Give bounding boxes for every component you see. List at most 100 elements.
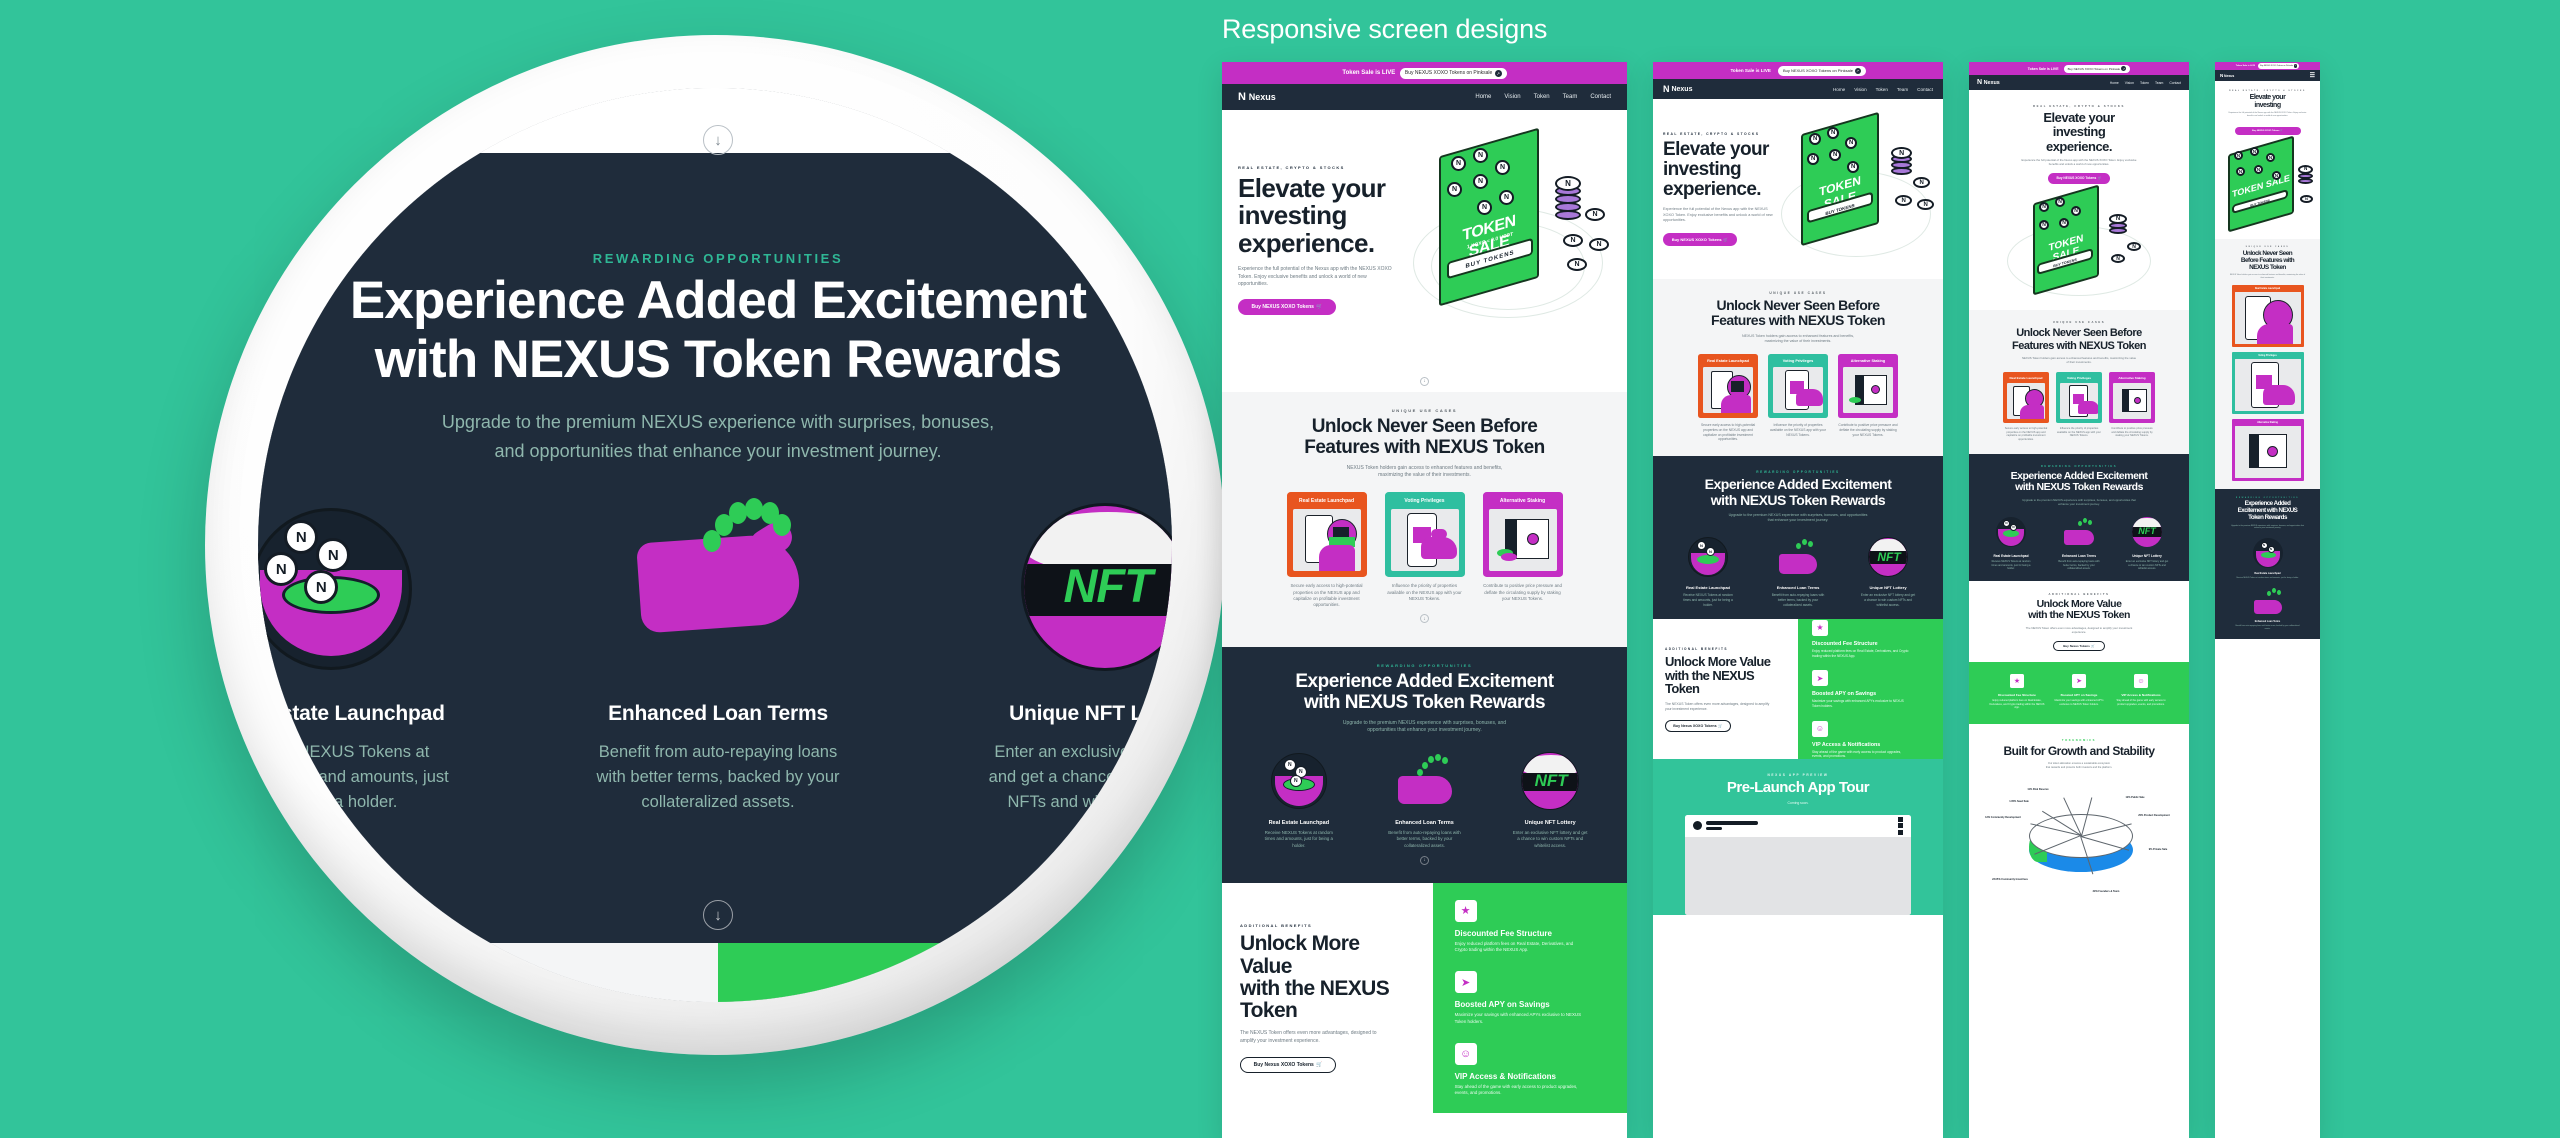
scroll-cue[interactable]: ↓ xyxy=(1236,849,1613,871)
announcement-text: Token Sale is LIVE xyxy=(1342,70,1396,76)
scroll-down-icon[interactable]: ↓ xyxy=(1420,376,1429,386)
feature-card[interactable]: Voting Privileges xyxy=(2056,371,2102,423)
benefit-desc: Maximize your savings with enhanced APYs… xyxy=(2054,699,2104,706)
reward-card: Enhanced Loan Terms Benefit from auto-re… xyxy=(525,498,912,818)
hamburger-menu-icon[interactable]: ☰ xyxy=(2310,72,2315,79)
brand-logo[interactable]: N Nexus xyxy=(1238,91,1276,103)
announcement-pill[interactable]: Buy NEXUS XOXO Tokens on Pinksale ↗ xyxy=(2258,63,2300,69)
feature-card[interactable]: Alternative Staking xyxy=(1482,492,1563,578)
scroll-down-icon[interactable]: ↓ xyxy=(1420,614,1429,624)
hero-cta-button[interactable]: Buy NEXUS XOXO Tokens 🛒 xyxy=(2234,126,2301,135)
feature-card[interactable]: Alternative Staking xyxy=(1838,354,1898,419)
nav-link-contact[interactable]: Contact xyxy=(1590,94,1611,100)
feature-card[interactable]: Voting Privileges xyxy=(1384,492,1465,578)
app-preview-browser[interactable] xyxy=(1685,814,1911,915)
feature-card[interactable]: Real Estate Launchpad xyxy=(1698,354,1758,419)
benefit-item: ☺ VIP Access & Notifications Stay ahead … xyxy=(1812,720,1929,759)
reward-card-title: Enhanced Loan Terms xyxy=(608,702,828,725)
reward-card: NFT Unique NFT Lottery Enter an exclusiv… xyxy=(911,498,1172,818)
brand-logo[interactable]: N Nexus xyxy=(1663,84,1692,94)
nav-link-team[interactable]: Team xyxy=(1897,87,1908,92)
announcement-pill[interactable]: Buy NEXUS XOXO Tokens on Pinksale ↗ xyxy=(2063,64,2131,73)
mobile-mockup[interactable]: Token Sale is LIVE Buy NEXUS XOXO Tokens… xyxy=(2215,62,2320,1138)
nav-link-home[interactable]: Home xyxy=(2110,81,2119,85)
benefit-title: Boosted APY on Savings xyxy=(2060,693,2098,698)
feature-card[interactable]: Real Estate Launchpad xyxy=(1286,492,1367,578)
benefit-item: ➤ Boosted APY on Savings Maximize your s… xyxy=(2051,674,2107,710)
announcement-pill[interactable]: Buy NEXUS XOXO Tokens on Pinksale ↗ xyxy=(1777,65,1866,76)
phone-vote-icon xyxy=(1390,509,1459,572)
reward-card-title: Enhanced Loan Terms xyxy=(1776,585,1820,591)
square-icon[interactable] xyxy=(1898,829,1903,835)
arrow-up-right-icon: ↗ xyxy=(2121,66,2127,71)
feature-card[interactable]: Voting Privileges xyxy=(1768,354,1828,419)
desktop-mockup[interactable]: Token Sale is LIVE Buy NEXUS XOXO Tokens… xyxy=(1222,62,1627,1138)
benefit-item: ★ Discounted Fee Structure Enjoy reduced… xyxy=(1812,619,1929,658)
features-section: UNIQUE USE CASES Unlock Never Seen Befor… xyxy=(1222,392,1627,647)
hero-section: REAL ESTATE, CRYPTO & STOCKS Elevate you… xyxy=(1653,99,1943,279)
brand-logo[interactable]: N Nexus xyxy=(2220,73,2234,78)
feature-card-title: Alternative Staking xyxy=(2118,375,2146,380)
discount-badge-icon: ★ xyxy=(2010,674,2024,689)
more-value-cta-button[interactable]: Buy Nexus Tokens 🛒 xyxy=(2053,641,2105,652)
feature-card[interactable]: Alternative Staking xyxy=(2109,371,2155,423)
brand-logo[interactable]: N Nexus xyxy=(1977,79,2000,86)
features-heading-line-3: NEXUS Token xyxy=(2249,263,2286,271)
nav-link-home[interactable]: Home xyxy=(1475,94,1491,100)
token-sale-illustration: TOKEN SALE 1 XOXO = 0.0 USDT BUY TOKENS … xyxy=(1413,127,1627,338)
hero-cta-button[interactable]: Buy NEXUS XOXO Tokens 🛒 xyxy=(2048,172,2110,184)
feature-card[interactable]: Alternative Staking xyxy=(2231,419,2304,482)
more-value-cta-button[interactable]: Buy Nexus XOXO Tokens 🛒 xyxy=(1240,1056,1336,1073)
feature-card-title: Alternative Staking xyxy=(1850,359,1886,364)
square-icon[interactable] xyxy=(1898,816,1903,822)
feature-card-title: Real Estate Launchpad xyxy=(1298,498,1354,505)
announcement-pill-label: Buy NEXUS XOXO Tokens on Pinksale xyxy=(2260,65,2294,67)
nav-link-team[interactable]: Team xyxy=(2155,81,2163,85)
discount-badge-icon: ★ xyxy=(1454,899,1477,922)
feature-card[interactable]: Real Estate Launchpad xyxy=(2003,371,2049,423)
nav-link-contact[interactable]: Contact xyxy=(1917,87,1933,92)
pie-label: 9% Private Sale xyxy=(2148,847,2168,851)
announcement-pill[interactable]: Buy NEXUS XOXO Tokens on Pinksale ↗ xyxy=(1399,67,1507,79)
nav-link-team[interactable]: Team xyxy=(1563,94,1578,100)
rewards-heading-line-2: with NEXUS Token Rewards xyxy=(1303,691,1546,713)
nav-link-vision[interactable]: Vision xyxy=(2125,81,2134,85)
rewards-heading-line-2: with NEXUS Token Rewards xyxy=(2015,481,2143,494)
scroll-cue[interactable]: ↓ xyxy=(1236,609,1613,629)
scroll-down-icon[interactable]: ↓ xyxy=(703,900,733,930)
tokenomics-pie-chart: 12% Public Sale 20% Product Development … xyxy=(1981,780,2177,910)
more-value-cta-label: Buy Nexus Tokens xyxy=(2063,644,2090,649)
nav-link-vision[interactable]: Vision xyxy=(1854,87,1866,92)
hero-cta-button[interactable]: Buy NEXUS XOXO Tokens 🛒 xyxy=(1663,232,1737,246)
nav-link-vision[interactable]: Vision xyxy=(1504,94,1520,100)
feature-card-title: Real Estate Launchpad xyxy=(2254,288,2281,291)
features-heading: Unlock Never Seen Before Features with N… xyxy=(1236,416,1613,459)
more-value-cta-button[interactable]: Buy Nexus XOXO Tokens 🛒 xyxy=(1665,719,1731,732)
scroll-down-icon[interactable]: ↓ xyxy=(1420,855,1429,865)
nav-link-token[interactable]: Token xyxy=(1534,94,1550,100)
rewards-body: Upgrade to the premium NEXUS experience … xyxy=(2022,497,2136,506)
nav-links[interactable]: Home Vision Token Team Contact xyxy=(1475,94,1611,100)
nav-link-token[interactable]: Token xyxy=(1876,87,1888,92)
tablet-mockup[interactable]: Token Sale is LIVE Buy NEXUS XOXO Tokens… xyxy=(1653,62,1943,1138)
feature-card[interactable]: Voting Privileges xyxy=(2231,352,2304,415)
rewards-eyebrow: REWARDING OPPORTUNITIES xyxy=(592,251,844,266)
small-tablet-mockup[interactable]: Token Sale is LIVE Buy NEXUS XOXO Tokens… xyxy=(1969,62,2189,1138)
reward-card-desc: Receive NEXUS Tokens at random times and… xyxy=(1683,593,1733,607)
nav-links[interactable]: Home Vision Token Team Contact xyxy=(2110,81,2181,85)
nav-link-contact[interactable]: Contact xyxy=(2169,81,2181,85)
nav-link-home[interactable]: Home xyxy=(1833,87,1845,92)
hero-cta-button[interactable]: Buy NEXUS XOXO Tokens 🛒 xyxy=(1238,299,1336,316)
nav-links[interactable]: Home Vision Token Team Contact xyxy=(1833,87,1933,92)
features-heading-line-1: Unlock Never Seen Before xyxy=(2016,327,2142,340)
feature-card[interactable]: Real Estate Launchpad xyxy=(2231,285,2304,348)
rewards-kicker: REWARDING OPPORTUNITIES xyxy=(1376,662,1473,668)
square-icon[interactable] xyxy=(1898,823,1903,829)
rewards-body: Upgrade to the premium NEXUS experience … xyxy=(2231,524,2304,530)
phone-property-icon xyxy=(1703,367,1753,414)
nav-link-token[interactable]: Token xyxy=(2140,81,2149,85)
phone-property-icon xyxy=(2007,382,2045,419)
reward-card-list: N N N Real Estate Launchpad Receive NEXU… xyxy=(1236,750,1613,849)
scroll-cue[interactable]: ↓ xyxy=(1222,370,1627,392)
scroll-down-icon[interactable]: ↓ xyxy=(703,125,733,155)
